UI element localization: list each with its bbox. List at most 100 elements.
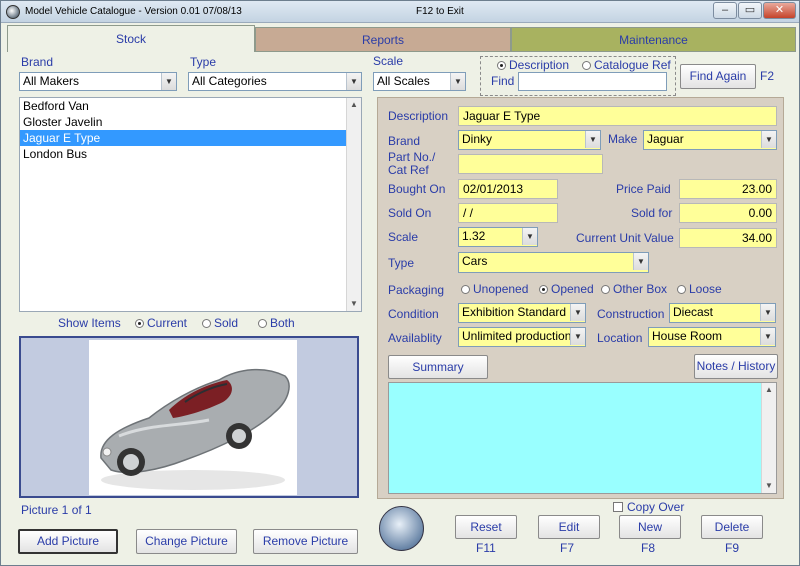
search-by-description[interactable]: Description [497,58,569,72]
scroll-up-icon[interactable]: ▲ [762,383,776,397]
packaging-other-box[interactable]: Other Box [601,282,667,296]
car-image-icon [100,368,290,490]
scroll-down-icon[interactable]: ▼ [347,297,361,311]
bought-on-field[interactable]: 02/01/2013 [458,179,558,199]
find-label: Find [491,74,515,88]
packaging-unopened[interactable]: Unopened [461,282,528,296]
description-field[interactable]: Jaguar E Type [458,106,777,126]
tab-reports[interactable]: Reports [255,27,511,51]
maximize-icon[interactable]: ▭ [738,2,762,19]
radio-other-box[interactable] [601,285,610,294]
close-icon[interactable]: ✕ [763,2,796,19]
type-select[interactable]: Cars ▼ [458,252,649,273]
radio-description-label: Description [509,58,570,72]
radio-catalogue-ref[interactable] [582,61,591,70]
radio-description[interactable] [497,61,506,70]
brand-filter-label: Brand [21,55,54,69]
chevron-down-icon[interactable]: ▼ [522,228,537,245]
radio-current[interactable] [135,319,144,328]
chevron-down-icon[interactable]: ▼ [585,131,600,148]
find-again-button[interactable]: Find Again [680,64,756,89]
brand-select[interactable]: Dinky ▼ [458,130,601,150]
chevron-down-icon[interactable]: ▼ [161,73,176,90]
show-both-option[interactable]: Both [258,316,295,330]
location-select[interactable]: House Room ▼ [648,327,776,347]
radio-both-label: Both [270,316,295,330]
find-again-shortcut: F2 [760,69,775,83]
scroll-down-icon[interactable]: ▼ [762,479,776,493]
list-item[interactable]: Gloster Javelin [20,114,347,130]
availability-value: Unlimited production [462,329,572,343]
tab-divider [255,51,796,52]
condition-select[interactable]: Exhibition Standard ▼ [458,303,586,323]
show-sold-option[interactable]: Sold [202,316,238,330]
copy-over-label: Copy Over [627,500,685,514]
packaging-opened[interactable]: Opened [539,282,594,296]
availability-label: Availablity [388,331,442,345]
current-unit-value-label: Current Unit Value [576,231,674,245]
radio-unopened[interactable] [461,285,470,294]
sold-on-label: Sold On [388,206,432,220]
chevron-down-icon[interactable]: ▼ [760,328,775,345]
scale-filter-select[interactable]: All Scales ▼ [373,72,466,91]
list-item[interactable]: London Bus [20,146,347,162]
minimize-icon[interactable]: – [713,2,737,19]
construction-label: Construction [597,307,665,321]
summary-textarea[interactable]: ▲ ▼ [388,382,777,494]
type-filter-select[interactable]: All Categories ▼ [188,72,362,91]
notes-history-button[interactable]: Notes / History [694,354,778,379]
summary-button[interactable]: Summary [388,355,488,379]
new-button[interactable]: New [619,515,681,539]
list-scrollbar[interactable]: ▲ ▼ [346,98,361,311]
condition-label: Condition [388,307,439,321]
edit-button[interactable]: Edit [538,515,600,539]
chevron-down-icon[interactable]: ▼ [450,73,465,90]
copy-over-checkbox[interactable] [613,502,623,512]
reset-button[interactable]: Reset [455,515,517,539]
radio-loose[interactable] [677,285,686,294]
summary-scrollbar[interactable]: ▲ ▼ [761,383,776,493]
radio-sold[interactable] [202,319,211,328]
chevron-down-icon[interactable]: ▼ [346,73,361,90]
remove-picture-button[interactable]: Remove Picture [253,529,358,554]
construction-select[interactable]: Diecast ▼ [669,303,776,323]
scroll-up-icon[interactable]: ▲ [347,98,361,112]
make-select[interactable]: Jaguar ▼ [643,130,777,150]
add-picture-button[interactable]: Add Picture [18,529,118,554]
brand-filter-select[interactable]: All Makers ▼ [19,72,177,91]
packaging-loose[interactable]: Loose [677,282,722,296]
scale-select[interactable]: 1.32 ▼ [458,227,538,247]
construction-value: Diecast [673,305,714,319]
description-label: Description [388,109,449,123]
chevron-down-icon[interactable]: ▼ [760,304,775,321]
sold-for-field[interactable]: 0.00 [679,203,777,223]
change-picture-button[interactable]: Change Picture [136,529,237,554]
bought-on-label: Bought On [388,182,446,196]
list-item[interactable]: Jaguar E Type [20,130,347,146]
chevron-down-icon[interactable]: ▼ [570,304,585,321]
find-input[interactable] [518,72,667,91]
list-item[interactable]: Bedford Van [20,98,347,114]
chevron-down-icon[interactable]: ▼ [633,253,648,270]
copy-over-option[interactable]: Copy Over [613,500,684,514]
delete-button[interactable]: Delete [701,515,763,539]
type-value: Cars [462,254,488,268]
reset-shortcut: F11 [476,541,496,555]
vehicle-list[interactable]: Bedford Van Gloster Javelin Jaguar E Typ… [19,97,362,312]
search-by-catalogue-ref[interactable]: Catalogue Ref [582,58,671,72]
chevron-down-icon[interactable]: ▼ [761,131,776,148]
radio-opened[interactable] [539,285,548,294]
chevron-down-icon[interactable]: ▼ [570,328,585,345]
current-unit-value-field[interactable]: 34.00 [679,228,777,248]
vehicle-picture [89,340,297,495]
sold-on-field[interactable]: / / [458,203,558,223]
radio-both[interactable] [258,319,267,328]
tab-stock[interactable]: Stock [7,25,255,52]
make-label: Make [608,132,638,146]
show-current-option[interactable]: Current [135,316,187,330]
tab-maintenance[interactable]: Maintenance [511,27,796,51]
part-no-field[interactable] [458,154,603,174]
availability-select[interactable]: Unlimited production ▼ [458,327,586,347]
price-paid-field[interactable]: 23.00 [679,179,777,199]
location-label: Location [597,331,643,345]
